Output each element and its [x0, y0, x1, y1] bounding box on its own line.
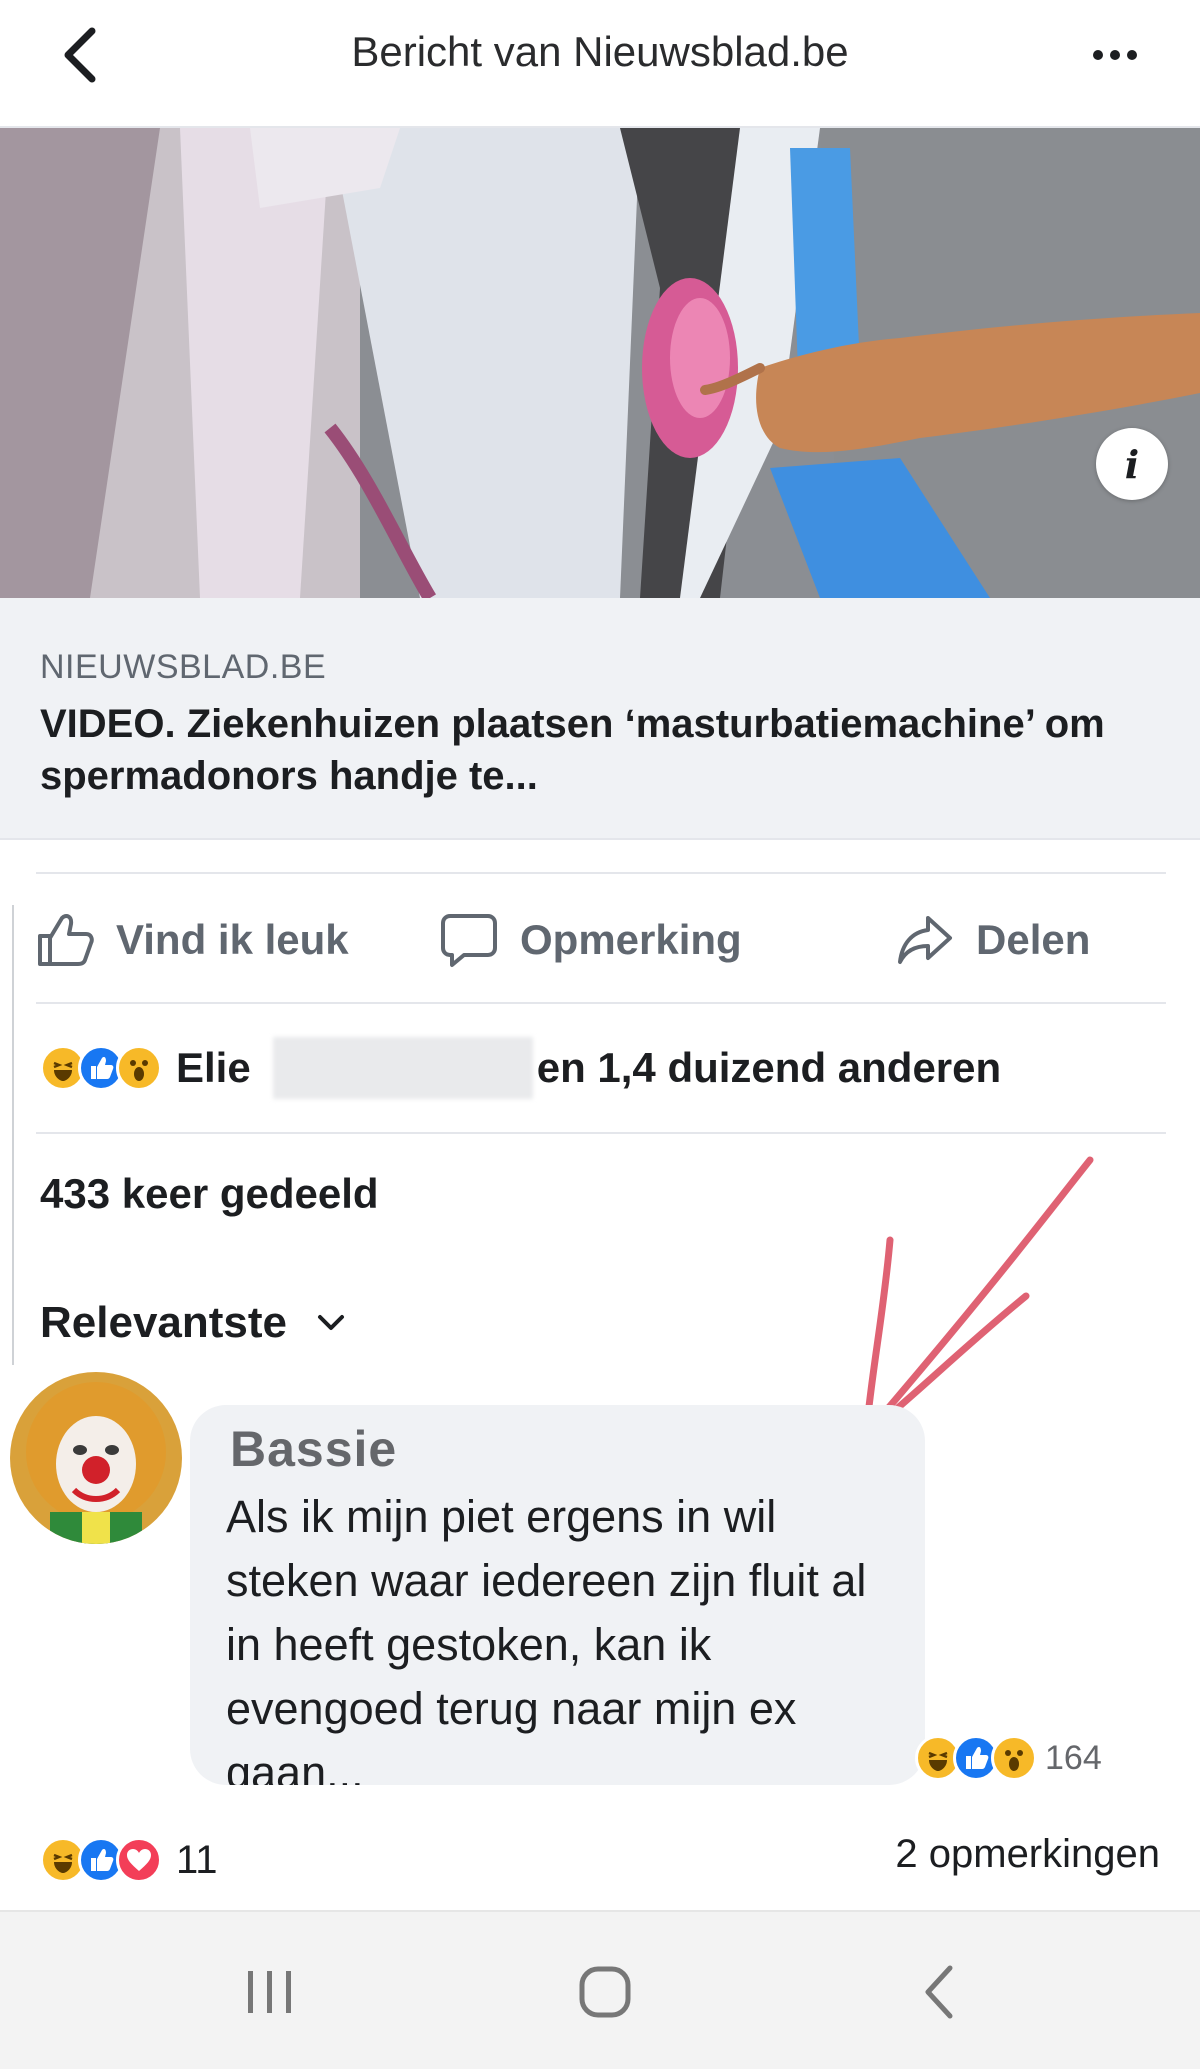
wow-reaction-icon	[116, 1045, 162, 1091]
system-navigation-bar	[0, 1910, 1200, 2069]
comments-count-link[interactable]: 2 opmerkingen	[895, 1832, 1160, 1877]
comment-sort-dropdown[interactable]: Relevantste	[40, 1298, 345, 1348]
link-title: VIDEO. Ziekenhuizen plaatsen ‘masturbati…	[40, 702, 1105, 798]
comment-button[interactable]: Opmerking	[440, 910, 742, 970]
chevron-down-icon	[318, 1315, 345, 1330]
post-reactions-footer[interactable]: 11	[40, 1830, 218, 1890]
like-button[interactable]: Vind ik leuk	[36, 910, 349, 970]
reactor-name: Elie	[176, 1044, 251, 1091]
nav-recent-apps-icon	[248, 1971, 291, 2013]
link-domain: NIEUWSBLAD.BE	[40, 648, 327, 686]
divider	[36, 872, 1166, 874]
comment-reactions[interactable]: 164	[915, 1730, 1102, 1786]
wow-reaction-icon	[991, 1735, 1037, 1781]
reaction-icons	[40, 1837, 162, 1883]
page-title: Bericht van Nieuwsblad.be	[351, 28, 849, 75]
post-reaction-count: 11	[176, 1837, 218, 1882]
share-button[interactable]: Delen	[896, 910, 1090, 970]
reactions-others: en 1,4 duizend anderen	[536, 1044, 1002, 1091]
home-button[interactable]	[560, 1952, 650, 2032]
back-button[interactable]	[50, 20, 110, 90]
sort-label: Relevantste	[40, 1298, 288, 1347]
comment-label: Opmerking	[520, 916, 742, 963]
comment-reaction-count: 164	[1045, 1738, 1102, 1777]
avatar[interactable]	[10, 1372, 182, 1544]
nav-back-icon	[925, 1965, 953, 2019]
share-count[interactable]: 433 keer gedeeld	[40, 1170, 379, 1218]
more-dots-icon	[1093, 50, 1103, 60]
video-thumbnail[interactable]	[0, 128, 1200, 598]
recent-apps-button[interactable]	[225, 1952, 315, 2032]
post-header: Bericht van Nieuwsblad.be	[0, 0, 1200, 128]
share-arrow-icon	[898, 916, 952, 964]
back-arrow-icon	[64, 27, 96, 83]
info-button[interactable]: i	[1096, 428, 1168, 500]
info-icon: i	[1124, 441, 1140, 487]
thumbnail-image	[0, 128, 1200, 598]
action-bar: Vind ik leuk Opmerking Delen	[0, 880, 1200, 1000]
comment-author[interactable]: Bassie	[230, 1420, 397, 1478]
nav-home-icon	[579, 1966, 631, 2018]
reaction-icons	[40, 1045, 162, 1091]
system-back-button[interactable]	[895, 1952, 985, 2032]
comment-bubble-icon	[441, 914, 497, 967]
comment-bubble[interactable]: Bassie Als ik mijn piet ergens in wil st…	[190, 1405, 925, 1785]
more-options-button[interactable]	[1085, 40, 1145, 70]
like-label: Vind ik leuk	[116, 916, 349, 963]
love-reaction-icon	[116, 1837, 162, 1883]
divider	[36, 1132, 1166, 1134]
thumbs-up-icon	[38, 914, 94, 966]
redacted-name	[272, 1037, 533, 1099]
link-preview[interactable]: NIEUWSBLAD.BE VIDEO. Ziekenhuizen plaats…	[0, 598, 1200, 840]
comment-text: Als ik mijn piet ergens in wil steken wa…	[226, 1491, 867, 1785]
reactions-summary[interactable]: Elie en 1,4 duizend anderen	[40, 1030, 1001, 1106]
share-label: Delen	[976, 916, 1091, 963]
divider	[36, 1002, 1166, 1004]
